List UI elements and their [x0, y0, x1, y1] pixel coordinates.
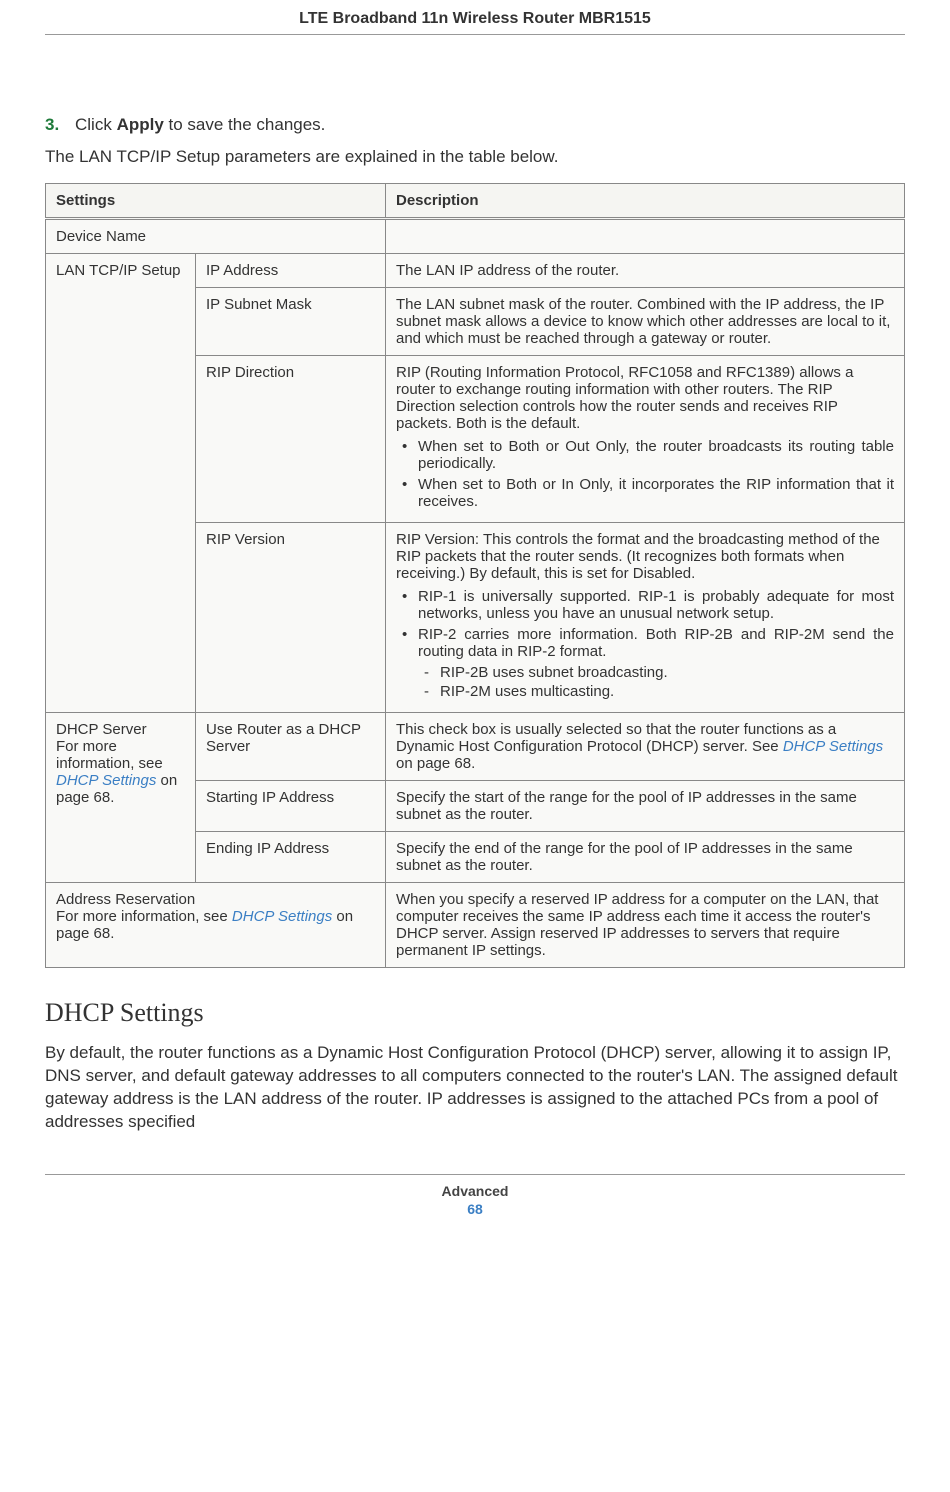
page-header: LTE Broadband 11n Wireless Router MBR151… [45, 0, 905, 35]
rip-ver-text: RIP Version: This controls the format an… [396, 531, 880, 582]
dhcp-group-title: DHCP Server [56, 721, 147, 738]
addr-res-title: Address Reservation [56, 891, 195, 908]
th-settings: Settings [46, 184, 386, 219]
ip-address-label: IP Address [196, 254, 386, 288]
th-description: Description [386, 184, 905, 219]
dhcp-settings-link[interactable]: DHCP Settings [232, 908, 332, 925]
list-item: When set to Both or Out Only, the router… [396, 438, 894, 472]
step-bold: Apply [117, 115, 164, 134]
use-router-desc: This check box is usually selected so th… [386, 713, 905, 781]
ending-ip-desc: Specify the end of the range for the poo… [386, 832, 905, 883]
device-name-desc [386, 219, 905, 254]
rip-direction-label: RIP Direction [196, 356, 386, 523]
dhcp-more-prefix: For more information, see [56, 738, 163, 772]
list-item: RIP-2M uses multicasting. [418, 683, 894, 700]
header-title: LTE Broadband 11n Wireless Router MBR151… [299, 10, 651, 27]
step-prefix: Click [75, 115, 117, 134]
subnet-label: IP Subnet Mask [196, 288, 386, 356]
page-footer: Advanced 68 [45, 1174, 905, 1217]
rip-dir-text: RIP (Routing Information Protocol, RFC10… [396, 364, 853, 432]
dhcp-settings-paragraph: By default, the router functions as a Dy… [45, 1042, 905, 1134]
table-header-row: Settings Description [46, 184, 905, 219]
step-number: 3. [45, 115, 75, 135]
lan-group-cell: LAN TCP/IP Setup [46, 254, 196, 713]
list-item: RIP-2 carries more information. Both RIP… [396, 626, 894, 700]
dhcp-settings-link[interactable]: DHCP Settings [56, 772, 156, 789]
list-item: RIP-1 is universally supported. RIP-1 is… [396, 588, 894, 622]
table-row: DHCP Server For more information, see DH… [46, 713, 905, 781]
footer-page-number: 68 [45, 1201, 905, 1217]
rip-version-label: RIP Version [196, 523, 386, 713]
use-desc-prefix: This check box is usually selected so th… [396, 721, 836, 755]
addr-res-more-prefix: For more information, see [56, 908, 232, 925]
addr-res-desc: When you specify a reserved IP address f… [386, 883, 905, 968]
table-row: LAN TCP/IP Setup IP Address The LAN IP a… [46, 254, 905, 288]
ending-ip-label: Ending IP Address [196, 832, 386, 883]
dhcp-group-cell: DHCP Server For more information, see DH… [46, 713, 196, 883]
step-text: Click Apply to save the changes. [75, 115, 325, 135]
ip-address-desc: The LAN IP address of the router. [386, 254, 905, 288]
rip-version-desc: RIP Version: This controls the format an… [386, 523, 905, 713]
device-name-cell: Device Name [46, 219, 386, 254]
subnet-desc: The LAN subnet mask of the router. Combi… [386, 288, 905, 356]
table-row: Device Name [46, 219, 905, 254]
list-item: When set to Both or In Only, it incorpor… [396, 476, 894, 510]
dhcp-settings-link[interactable]: DHCP Settings [783, 738, 883, 755]
settings-table: Settings Description Device Name LAN TCP… [45, 183, 905, 968]
rip-direction-desc: RIP (Routing Information Protocol, RFC10… [386, 356, 905, 523]
use-router-label: Use Router as a DHCP Server [196, 713, 386, 781]
rip-ver-list: RIP-1 is universally supported. RIP-1 is… [396, 588, 894, 700]
starting-ip-desc: Specify the start of the range for the p… [386, 781, 905, 832]
dhcp-settings-heading: DHCP Settings [45, 998, 905, 1028]
rip-dir-list: When set to Both or Out Only, the router… [396, 438, 894, 510]
use-desc-suffix: on page 68. [396, 755, 475, 772]
starting-ip-label: Starting IP Address [196, 781, 386, 832]
step-3: 3. Click Apply to save the changes. [45, 115, 905, 135]
rip-ver-b2: RIP-2 carries more information. Both RIP… [418, 626, 894, 660]
addr-reservation-cell: Address Reservation For more information… [46, 883, 386, 968]
footer-label: Advanced [45, 1183, 905, 1199]
table-row: Address Reservation For more information… [46, 883, 905, 968]
intro-paragraph: The LAN TCP/IP Setup parameters are expl… [45, 147, 905, 167]
step-suffix: to save the changes. [164, 115, 326, 134]
page-content: 3. Click Apply to save the changes. The … [45, 35, 905, 1134]
list-item: RIP-2B uses subnet broadcasting. [418, 664, 894, 681]
rip-ver-sublist: RIP-2B uses subnet broadcasting. RIP-2M … [418, 664, 894, 700]
